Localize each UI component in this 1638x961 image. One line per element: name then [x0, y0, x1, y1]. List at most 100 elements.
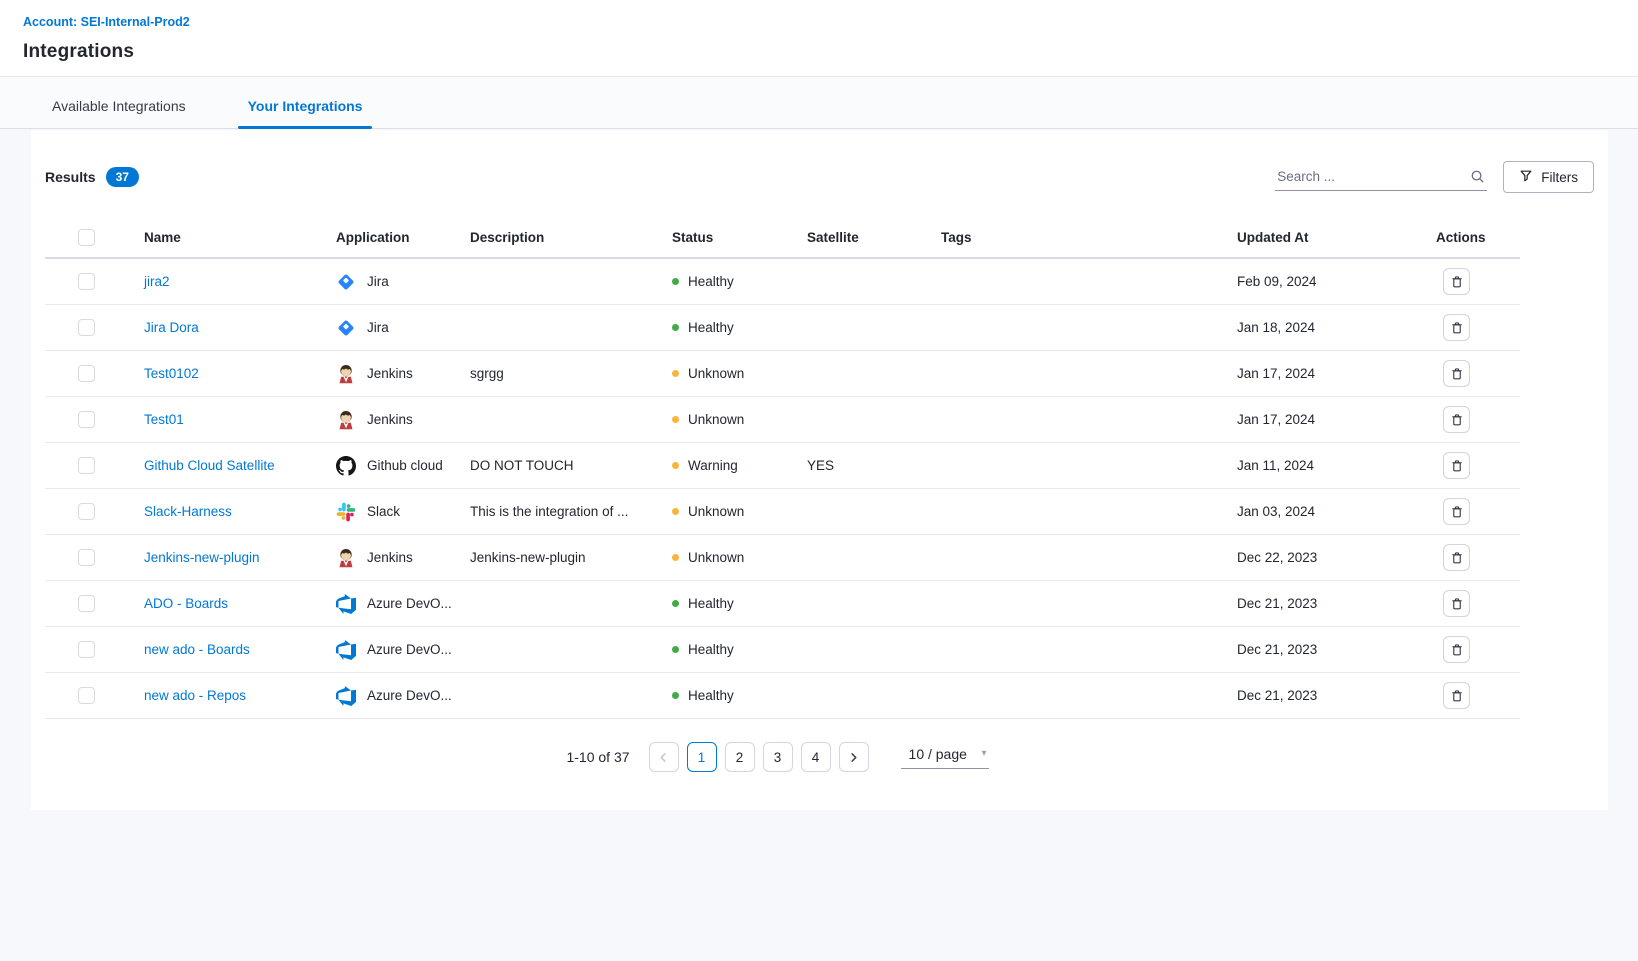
application-label: Slack: [367, 504, 400, 519]
trash-icon: [1450, 597, 1464, 611]
table-row: Github Cloud Satellite Github cloud DO N…: [45, 443, 1520, 489]
integration-name-link[interactable]: Slack-Harness: [144, 504, 232, 519]
row-checkbox[interactable]: [78, 503, 95, 520]
integration-name-link[interactable]: new ado - Repos: [144, 688, 246, 703]
pagination-page-4[interactable]: 4: [801, 742, 831, 772]
account-breadcrumb-link[interactable]: Account: SEI-Internal-Prod2: [23, 15, 190, 29]
integration-name-link[interactable]: Github Cloud Satellite: [144, 458, 275, 473]
table-body: jira2 Jira Healthy Feb 09, 2024 Jira Dor…: [45, 259, 1520, 719]
pagination: 1-10 of 37 1 2 3 4 10 / page ▾: [3, 742, 1552, 772]
delete-integration-button[interactable]: [1443, 268, 1470, 295]
updated-at-cell: Jan 17, 2024: [1237, 366, 1436, 381]
row-checkbox[interactable]: [78, 319, 95, 336]
column-header-status: Status: [672, 230, 807, 245]
trash-icon: [1450, 505, 1464, 519]
status-cell: Healthy: [672, 688, 807, 703]
results-count-badge: 37: [106, 167, 139, 187]
delete-integration-button[interactable]: [1443, 682, 1470, 709]
integration-name-link[interactable]: new ado - Boards: [144, 642, 250, 657]
delete-integration-button[interactable]: [1443, 498, 1470, 525]
status-cell: Unknown: [672, 366, 807, 381]
description-cell: Jenkins-new-plugin: [470, 550, 672, 565]
description-cell: This is the integration of ...: [470, 504, 672, 519]
status-dot: [672, 370, 679, 377]
integration-name-link[interactable]: Jenkins-new-plugin: [144, 550, 260, 565]
column-header-application: Application: [336, 230, 470, 245]
updated-at-cell: Dec 22, 2023: [1237, 550, 1436, 565]
column-header-satellite: Satellite: [807, 230, 941, 245]
status-cell: Healthy: [672, 642, 807, 657]
status-cell: Healthy: [672, 274, 807, 289]
status-label: Healthy: [688, 642, 734, 657]
status-label: Healthy: [688, 274, 734, 289]
description-cell: sgrgg: [470, 366, 672, 381]
application-label: Jenkins: [367, 366, 413, 381]
updated-at-cell: Dec 21, 2023: [1237, 596, 1436, 611]
column-header-updated-at: Updated At: [1237, 230, 1436, 245]
page-header: Account: SEI-Internal-Prod2 Integrations: [0, 0, 1638, 77]
github-icon: [336, 456, 356, 476]
row-checkbox[interactable]: [78, 641, 95, 658]
pagination-prev-button[interactable]: [649, 742, 679, 772]
row-checkbox[interactable]: [78, 687, 95, 704]
filters-button[interactable]: Filters: [1503, 161, 1594, 193]
column-header-actions: Actions: [1436, 230, 1520, 245]
pagination-page-3[interactable]: 3: [763, 742, 793, 772]
delete-integration-button[interactable]: [1443, 636, 1470, 663]
status-cell: Unknown: [672, 550, 807, 565]
delete-integration-button[interactable]: [1443, 452, 1470, 479]
integrations-panel: Results 37 Filters Name Application Des: [31, 130, 1608, 810]
row-checkbox[interactable]: [78, 411, 95, 428]
status-cell: Healthy: [672, 320, 807, 335]
delete-integration-button[interactable]: [1443, 590, 1470, 617]
trash-icon: [1450, 367, 1464, 381]
integration-name-link[interactable]: ADO - Boards: [144, 596, 228, 611]
status-dot: [672, 416, 679, 423]
row-checkbox[interactable]: [78, 457, 95, 474]
column-header-name: Name: [144, 230, 336, 245]
integration-name-link[interactable]: Test0102: [144, 366, 199, 381]
table-row: Jenkins-new-plugin Jenkins Jenkins-new-p…: [45, 535, 1520, 581]
integration-name-link[interactable]: Jira Dora: [144, 320, 199, 335]
search-input[interactable]: [1275, 163, 1487, 191]
application-label: Github cloud: [367, 458, 443, 473]
pagination-page-2[interactable]: 2: [725, 742, 755, 772]
toolbar: Results 37 Filters: [45, 160, 1594, 194]
trash-icon: [1450, 643, 1464, 657]
select-all-checkbox[interactable]: [78, 229, 95, 246]
delete-integration-button[interactable]: [1443, 406, 1470, 433]
satellite-cell: YES: [807, 458, 941, 473]
row-checkbox[interactable]: [78, 365, 95, 382]
trash-icon: [1450, 551, 1464, 565]
table-header-row: Name Application Description Status Sate…: [45, 217, 1520, 259]
pagination-page-1[interactable]: 1: [687, 742, 717, 772]
row-checkbox[interactable]: [78, 273, 95, 290]
delete-integration-button[interactable]: [1443, 360, 1470, 387]
page-title: Integrations: [23, 41, 1638, 63]
status-cell: Healthy: [672, 596, 807, 611]
row-checkbox[interactable]: [78, 549, 95, 566]
application-label: Azure DevO...: [367, 688, 452, 703]
integration-name-link[interactable]: Test01: [144, 412, 184, 427]
filters-button-label: Filters: [1541, 170, 1578, 185]
tab-your-integrations[interactable]: Your Integrations: [242, 98, 369, 128]
chevron-down-icon: ▾: [982, 748, 987, 759]
tab-available-integrations[interactable]: Available Integrations: [46, 98, 192, 128]
page-size-select[interactable]: 10 / page ▾: [901, 746, 989, 769]
integration-name-link[interactable]: jira2: [144, 274, 170, 289]
application-label: Jenkins: [367, 412, 413, 427]
delete-integration-button[interactable]: [1443, 314, 1470, 341]
status-label: Unknown: [688, 412, 744, 427]
trash-icon: [1450, 321, 1464, 335]
page-size-value: 10 / page: [909, 746, 967, 762]
updated-at-cell: Jan 03, 2024: [1237, 504, 1436, 519]
table-row: Slack-Harness Slack This is the integrat…: [45, 489, 1520, 535]
status-label: Unknown: [688, 504, 744, 519]
row-checkbox[interactable]: [78, 595, 95, 612]
application-label: Jira: [367, 274, 389, 289]
results-label: Results: [45, 169, 96, 185]
delete-integration-button[interactable]: [1443, 544, 1470, 571]
application-label: Azure DevO...: [367, 642, 452, 657]
pagination-next-button[interactable]: [839, 742, 869, 772]
updated-at-cell: Jan 18, 2024: [1237, 320, 1436, 335]
